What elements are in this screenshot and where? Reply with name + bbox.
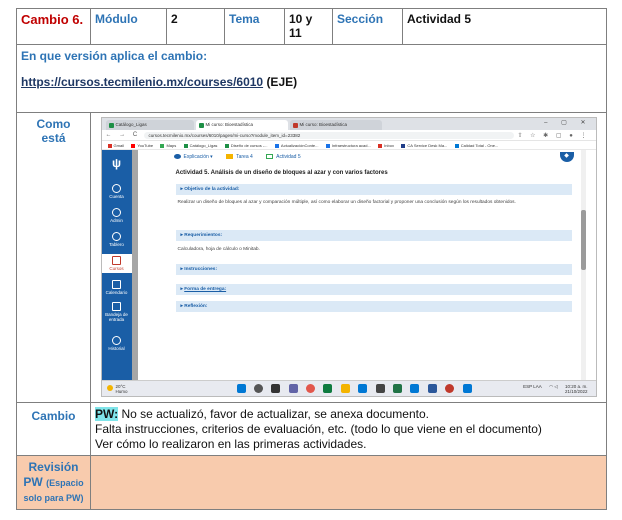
pw-tag: PW:	[95, 407, 119, 421]
change-document: Cambio 6. Módulo 2 Tema 10 y 11 Sección …	[16, 8, 607, 510]
store-icon[interactable]	[358, 384, 368, 393]
inbox-icon	[112, 302, 121, 311]
windows-taskbar: 20°C Humo ESP LAA ◠ ◁ 10:20 a. m. 21/10/…	[101, 380, 596, 396]
bookmark[interactable]: Gmail	[107, 143, 124, 148]
section-requerimientos-body: Calculadora, hoja de cálculo o Minitab.	[177, 247, 260, 252]
bookmark[interactable]: YouTube	[131, 143, 153, 148]
edge-icon[interactable]	[323, 384, 333, 393]
clock-date: 21/10/2022	[564, 389, 588, 394]
tab-actividad-5[interactable]: Actividad 5	[266, 154, 301, 160]
system-tray[interactable]: ESP LAA ◠ ◁ 10:20 a. m. 21/10/2022	[523, 384, 587, 394]
section-instrucciones[interactable]: ▸ Instrucciones:	[175, 264, 572, 275]
address-bar: ← → C cursos.tecmilenio.mx/courses/6010/…	[101, 130, 596, 141]
word-icon[interactable]	[427, 384, 437, 393]
browser-tab[interactable]: Mi curso: Bioestadística	[289, 120, 382, 130]
cambio-row: Cambio PW: No se actualizó, favor de act…	[16, 402, 607, 456]
sidebar-item-admin[interactable]: Admin	[102, 208, 132, 223]
tema-label: Tema	[224, 8, 285, 45]
bookmark[interactable]: Infraestructura acad...	[325, 143, 371, 148]
embedded-screenshot: Catálogo_Ligas Mi curso: Bioestadística …	[100, 117, 597, 397]
chrome-icon[interactable]	[445, 384, 455, 393]
bookmark[interactable]: Calidad Total - One...	[454, 143, 498, 148]
windows-start-icon[interactable]	[236, 384, 246, 393]
cambio-label: Cambio	[16, 402, 91, 456]
bookmark[interactable]: Catálogo_Ligas	[183, 143, 217, 148]
bookmark[interactable]: Inbox	[378, 143, 394, 148]
bookmark[interactable]: Diseño de cursos -...	[224, 143, 268, 148]
browser-tab[interactable]: Catálogo_Ligas	[105, 120, 194, 130]
chrome-icon[interactable]	[306, 384, 316, 393]
seccion-label: Sección	[332, 8, 403, 45]
version-row: En que versión aplica el cambio: https:/…	[16, 44, 607, 113]
search-icon[interactable]	[253, 384, 263, 393]
sidebar-item-tablero[interactable]: Tablero	[102, 232, 132, 247]
como-esta-row: Como está Catálogo_Ligas Mi curso: Bioes…	[16, 112, 607, 403]
folder-icon[interactable]	[340, 384, 350, 393]
version-question: En que versión aplica el cambio:	[21, 49, 208, 63]
scrollbar-thumb[interactable]	[580, 210, 586, 270]
activity-title: Actividad 5. Análisis de un diseño de bl…	[175, 170, 388, 176]
browser-tab-bar: Catálogo_Ligas Mi curso: Bioestadística …	[101, 118, 596, 130]
lms-logo-icon[interactable]: ψ	[109, 156, 125, 170]
app-icon[interactable]	[462, 384, 472, 393]
cambio-number: Cambio 6.	[16, 8, 91, 45]
clock-icon	[112, 336, 121, 345]
bookmark[interactable]: CA Service Desk Ma...	[401, 143, 447, 148]
shield-icon: ◆	[559, 152, 574, 162]
course-link[interactable]: https://cursos.tecmilenio.mx/courses/601…	[21, 75, 263, 89]
sidebar-item-cursos[interactable]: Cursos	[101, 254, 132, 273]
version-suffix: (EJE)	[266, 75, 298, 89]
wifi-icon: ◠ ◁	[549, 384, 558, 389]
header-row: Cambio 6. Módulo 2 Tema 10 y 11 Sección …	[16, 8, 607, 45]
sun-icon	[106, 385, 113, 391]
tema-value: 10 y 11	[284, 8, 333, 45]
bookmark[interactable]: ActualizaciónConte...	[274, 143, 318, 148]
dashboard-icon	[112, 232, 121, 241]
nav-buttons[interactable]: ← → C	[106, 132, 141, 138]
change-table: Cambio 6. Módulo 2 Tema 10 y 11 Sección …	[16, 8, 607, 510]
section-reflexion[interactable]: ▸ Reflexión:	[175, 301, 572, 312]
sidebar-item-calendario[interactable]: Calendario	[102, 280, 132, 295]
sidebar-item-historial[interactable]: Historial	[102, 336, 132, 351]
como-esta-label: Como está	[16, 112, 91, 403]
outlook-icon[interactable]	[410, 384, 420, 393]
bookmarks-bar: Gmail YouTube Maps Catálogo_Ligas Diseño…	[101, 141, 596, 150]
weather-widget[interactable]: 20°C Humo	[106, 384, 128, 394]
book-icon	[112, 256, 121, 265]
taskbar-apps	[236, 384, 479, 395]
section-objetivo[interactable]: ▸ Objetivo de la actividad:	[175, 184, 572, 195]
task-view-icon[interactable]	[271, 384, 281, 393]
browser-tab-active[interactable]: Mi curso: Bioestadística	[195, 120, 288, 130]
tab-explicacion[interactable]: Explicación ▾	[173, 154, 213, 160]
window-controls[interactable]: – ▢ ✕	[544, 119, 591, 126]
content-tabs: Explicación ▾ Tarea 4 Actividad 5	[173, 154, 313, 164]
app-icon[interactable]	[375, 384, 385, 393]
section-objetivo-body: Realizar un diseño de bloques al azar y …	[177, 200, 516, 205]
section-requerimientos[interactable]: ▸ Requerimientos:	[175, 230, 572, 241]
calendar-icon	[112, 280, 121, 289]
revision-input-area[interactable]	[90, 455, 607, 510]
sidebar-item-bandeja[interactable]: Bandeja de entrada	[102, 302, 132, 322]
lms-content: Explicación ▾ Tarea 4 Actividad 5 ◆ Acti…	[137, 150, 588, 382]
teams-icon[interactable]	[288, 384, 298, 393]
sidebar-item-cuenta[interactable]: Cuenta	[102, 184, 132, 199]
account-icon	[112, 184, 121, 193]
seccion-value: Actividad 5	[402, 8, 607, 45]
modulo-value: 2	[166, 8, 225, 45]
url-input[interactable]: cursos.tecmilenio.mx/courses/6010/pages/…	[143, 132, 514, 139]
cambio-description: PW: No se actualizó, favor de actualizar…	[90, 402, 607, 456]
browser-toolbar-icons[interactable]: ⇧ ☆ ✱ ▢ ● ⋮	[517, 132, 589, 139]
tab-tarea-4[interactable]: Tarea 4	[226, 154, 253, 160]
section-forma-entrega[interactable]: ▸ Forma de entrega:	[175, 284, 572, 295]
bookmark[interactable]: Maps	[160, 143, 176, 148]
revision-label: Revisión PW (Espacio solo para PW)	[16, 455, 91, 510]
excel-icon[interactable]	[393, 384, 403, 393]
revision-row: Revisión PW (Espacio solo para PW)	[16, 455, 607, 510]
language-indicator: ESP LAA	[523, 384, 542, 389]
modulo-label: Módulo	[90, 8, 167, 45]
shield-icon	[112, 208, 121, 217]
lms-sidebar: ψ Cuenta Admin Tablero Cursos Calendario…	[101, 150, 132, 382]
